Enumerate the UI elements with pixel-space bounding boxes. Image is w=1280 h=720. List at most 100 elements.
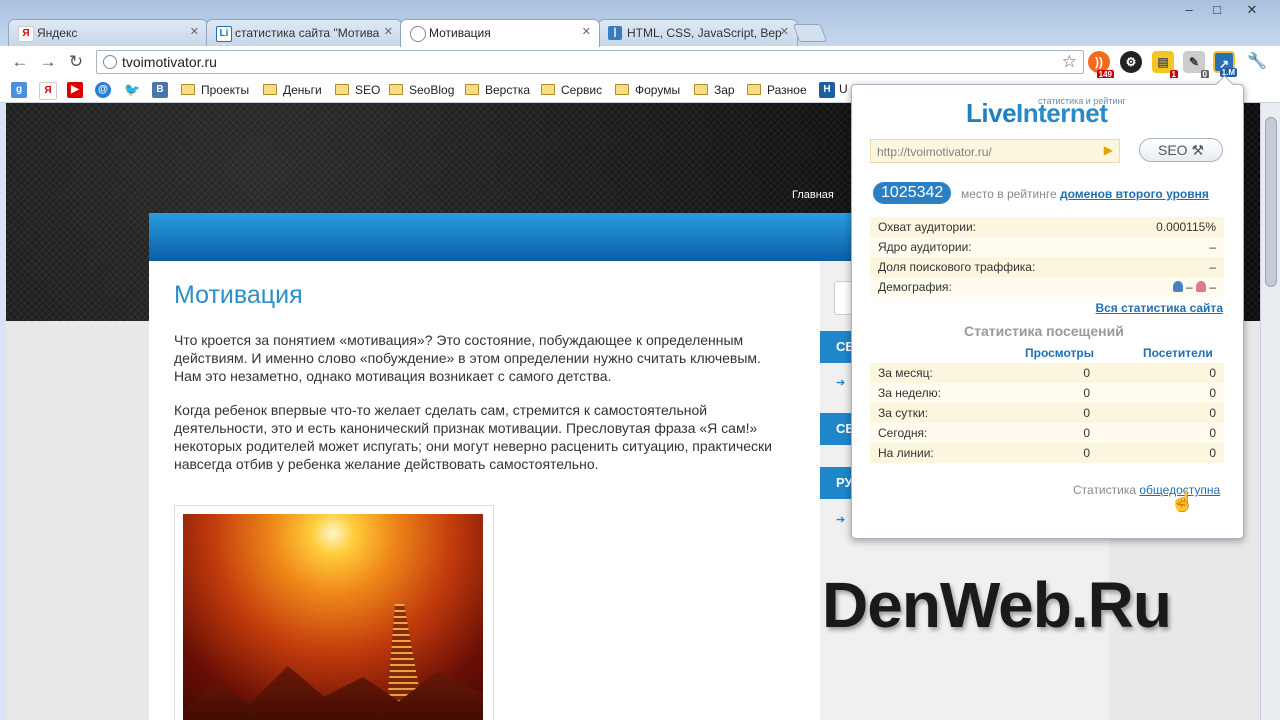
visitors-value: 0 [1098, 423, 1224, 443]
u-bookmark[interactable]: U [839, 82, 848, 96]
bookmark-folder[interactable]: Форумы [615, 82, 680, 98]
row-value: – – [1116, 277, 1224, 297]
female-value: – [1209, 280, 1216, 294]
tab-label: Мотивация [429, 26, 491, 40]
seo-button[interactable]: SEO ⚒ [1139, 138, 1223, 162]
watermark-text: DenWeb.Ru [822, 569, 1172, 641]
site-url-field[interactable]: http://tvoimotivator.ru/ ▶ [870, 139, 1120, 163]
bookmark-folder[interactable]: Верстка [465, 82, 530, 98]
vk-bookmark-icon[interactable]: В [152, 82, 168, 98]
notes-extension-icon[interactable]: ▤ 1 [1152, 51, 1178, 79]
row-value: – [1116, 257, 1224, 277]
google-bookmark-icon[interactable]: g [11, 82, 27, 98]
rss-extension-icon[interactable]: )) 149 [1088, 51, 1114, 79]
close-window-icon[interactable]: ✕ [1238, 2, 1266, 18]
row-label: Демография: [870, 277, 1117, 297]
visitors-value: 0 [1098, 403, 1224, 423]
visits-table: За месяц: 0 0 За неделю: 0 0 За сутки: 0 0 Сег… [870, 363, 1224, 463]
logo-live: Live [966, 98, 1017, 128]
visitors-value: 0 [1098, 363, 1224, 383]
reload-icon[interactable]: ↻ [66, 53, 86, 70]
close-icon[interactable]: ✕ [384, 25, 393, 38]
row-label: За месяц: [870, 363, 972, 383]
table-row: Доля поискового траффика: – [870, 257, 1224, 277]
motivation-image-frame [174, 505, 494, 720]
close-icon[interactable]: ✕ [780, 25, 789, 38]
row-label: Ядро аудитории: [870, 237, 1117, 257]
tab-html-css[interactable]: | HTML, CSS, JavaScript, Вер ✕ [598, 19, 798, 46]
forward-icon[interactable]: → [38, 53, 58, 70]
all-stats-link[interactable]: Вся статистика сайта [1095, 301, 1223, 315]
bookmark-folder[interactable]: Проекты [181, 82, 249, 98]
close-icon[interactable]: ✕ [582, 25, 591, 38]
site-url-value: http://tvoimotivator.ru/ [877, 145, 992, 159]
rank-link[interactable]: доменов второго уровня [1060, 187, 1209, 201]
visits-title: Статистика посещений [964, 323, 1124, 339]
tab-label: Яндекс [37, 26, 78, 40]
toolbar: ← → ↻ tvoimotivator.ru ☆ )) 149 ⚙ ▤ 1 ✎ 0 ↗… [0, 46, 1280, 79]
views-value: 0 [972, 383, 1098, 403]
arrow-icon: ➔ [836, 377, 846, 389]
scrollbar-thumb[interactable] [1265, 117, 1277, 287]
go-arrow-icon[interactable]: ▶ [1104, 143, 1113, 157]
address-url: tvoimotivator.ru [122, 54, 217, 70]
row-value: 0.000115% [1116, 217, 1224, 237]
views-value: 0 [972, 423, 1098, 443]
arrow-icon: ➔ [836, 514, 846, 526]
h-bookmark-icon[interactable]: H [819, 82, 835, 98]
new-tab-button[interactable] [792, 24, 828, 42]
views-value: 0 [972, 363, 1098, 383]
column-header-views: Просмотры [1025, 346, 1095, 360]
table-row: За неделю: 0 0 [870, 383, 1224, 403]
audience-table: Охват аудитории: 0.000115% Ядро аудитории… [870, 217, 1224, 297]
visitors-value: 0 [1098, 443, 1224, 463]
bookmark-folder[interactable]: Сервис [541, 82, 602, 98]
main-column: Мотивация Что кроется за понятием «мотив… [149, 261, 817, 720]
liveinternet-extension-icon[interactable]: ↗ 1.M [1213, 51, 1237, 77]
table-row: За сутки: 0 0 [870, 403, 1224, 423]
rank-text: место в рейтинге [961, 187, 1057, 201]
bookmark-folder[interactable]: Деньги [263, 82, 322, 98]
scrollbar[interactable] [1260, 103, 1280, 720]
sunset-staircase-image [183, 514, 483, 720]
gear-extension-icon[interactable]: ⚙ [1120, 51, 1142, 73]
tool-extension-icon[interactable]: ✎ 0 [1183, 51, 1209, 79]
table-row: Ядро аудитории: – [870, 237, 1224, 257]
rank-description: место в рейтинге доменов второго уровня [961, 187, 1209, 201]
page-title: Мотивация [174, 281, 303, 309]
maximize-icon[interactable]: □ [1203, 2, 1231, 17]
yandex-bookmark-icon[interactable]: Я [39, 82, 57, 100]
row-value: – [1116, 237, 1224, 257]
tab-motivation[interactable]: Мотивация ✕ [400, 19, 600, 47]
bookmark-star-icon[interactable]: ☆ [1062, 52, 1077, 72]
liveinternet-logo[interactable]: LiveInternet [966, 98, 1108, 129]
footer-note: Статистика общедоступна [1073, 483, 1220, 497]
bookmark-folder[interactable]: SeoBlog [389, 82, 454, 98]
nav-home-link[interactable]: Главная [792, 189, 834, 201]
bookmark-folder[interactable]: SEO [335, 82, 380, 98]
footer-text: Статистика [1073, 483, 1137, 497]
row-label: На линии: [870, 443, 972, 463]
male-icon [1172, 281, 1183, 292]
table-row: Сегодня: 0 0 [870, 423, 1224, 443]
table-row: Охват аудитории: 0.000115% [870, 217, 1224, 237]
minimize-icon[interactable]: – [1175, 2, 1203, 17]
youtube-bookmark-icon[interactable]: ▶ [67, 82, 83, 98]
twitter-bookmark-icon[interactable]: 🐦 [124, 82, 140, 98]
back-icon[interactable]: ← [10, 53, 30, 70]
address-bar[interactable]: tvoimotivator.ru ☆ [96, 50, 1084, 74]
close-icon[interactable]: ✕ [190, 25, 199, 38]
bookmark-folder[interactable]: Зар [694, 82, 735, 98]
rank-badge: 1025342 [873, 182, 952, 204]
liveinternet-icon: Li [216, 26, 232, 42]
table-row: На линии: 0 0 [870, 443, 1224, 463]
tab-liveinternet-stats[interactable]: Li статистика сайта "Мотива ✕ [206, 19, 402, 46]
row-label: Охват аудитории: [870, 217, 1117, 237]
row-label: Сегодня: [870, 423, 972, 443]
email-bookmark-icon[interactable]: @ [95, 82, 111, 98]
tab-yandex[interactable]: Я Яндекс ✕ [8, 19, 208, 46]
bookmark-folder[interactable]: Разное [747, 82, 807, 98]
wrench-icon[interactable]: 🔧 [1246, 51, 1268, 73]
yandex-icon: Я [18, 26, 34, 42]
logo-internet: Internet [1016, 98, 1108, 128]
